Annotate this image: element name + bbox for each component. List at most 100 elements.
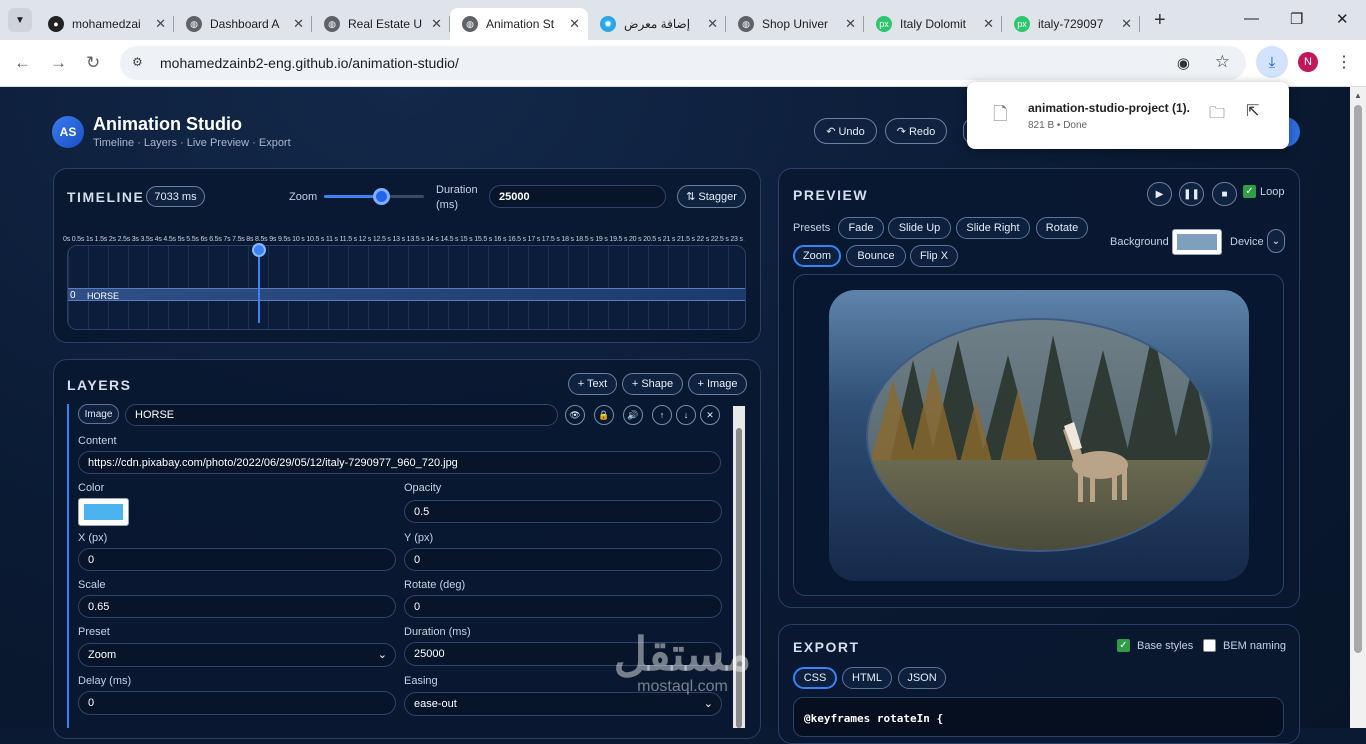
tab-search-button[interactable]: ▼ xyxy=(8,8,32,32)
close-tab-icon[interactable]: ✕ xyxy=(569,16,580,32)
restore-icon[interactable]: ❐ xyxy=(1290,10,1303,28)
globe-icon: ◍ xyxy=(324,16,340,32)
export-code[interactable]: @keyframes rotateIn { xyxy=(793,697,1284,737)
move-up-icon[interactable]: ↑ xyxy=(652,405,672,425)
color-swatch xyxy=(84,504,123,520)
y-input[interactable]: 0 xyxy=(404,548,722,571)
zoom-slider[interactable] xyxy=(324,188,424,205)
pause-button[interactable]: ❚❚ xyxy=(1179,182,1204,206)
playhead[interactable] xyxy=(251,243,266,323)
close-tab-icon[interactable]: ✕ xyxy=(707,16,718,32)
github-icon: ● xyxy=(48,16,64,32)
close-window-icon[interactable]: ✕ xyxy=(1336,10,1349,28)
tab-4[interactable]: ✺ إضافة معرض ✕ xyxy=(588,8,726,40)
tab-2[interactable]: ◍ Real Estate U ✕ xyxy=(312,8,450,40)
minimize-icon[interactable]: — xyxy=(1244,10,1259,27)
preset-select[interactable]: Zoom ⌄ xyxy=(78,643,396,667)
back-icon[interactable]: ← xyxy=(14,53,31,73)
close-tab-icon[interactable]: ✕ xyxy=(431,16,442,32)
preset-flip-x[interactable]: Flip X xyxy=(910,245,958,267)
close-tab-icon[interactable]: ✕ xyxy=(983,16,994,32)
reload-icon[interactable]: ↻ xyxy=(86,53,100,73)
menu-icon[interactable]: ⋮ xyxy=(1336,52,1352,72)
color-picker[interactable] xyxy=(78,498,129,526)
opacity-label: Opacity xyxy=(404,482,442,494)
playhead-handle[interactable] xyxy=(251,243,266,257)
bem-naming-checkbox[interactable] xyxy=(1203,639,1216,652)
tab-0[interactable]: ● mohamedzai ✕ xyxy=(36,8,174,40)
delay-input[interactable]: 0 xyxy=(78,691,396,715)
download-filename[interactable]: animation-studio-project (1). xyxy=(1028,101,1198,115)
add-shape-button[interactable]: + Shape xyxy=(622,373,683,395)
chevron-down-icon: ⌄ xyxy=(377,649,387,661)
page-scrollbar[interactable]: ▲ xyxy=(1350,87,1366,728)
add-text-button[interactable]: + Text xyxy=(568,373,617,395)
new-tab-button[interactable]: + xyxy=(1154,9,1166,32)
tab-1[interactable]: ◍ Dashboard A ✕ xyxy=(174,8,312,40)
timeline-track[interactable]: 0 HORSE xyxy=(67,245,746,330)
tab-5[interactable]: ◍ Shop Univer ✕ xyxy=(726,8,864,40)
close-tab-icon[interactable]: ✕ xyxy=(293,16,304,32)
stagger-button[interactable]: ⇅ Stagger xyxy=(677,185,746,208)
close-tab-icon[interactable]: ✕ xyxy=(1121,16,1132,32)
folder-icon[interactable]: 🗀 xyxy=(1209,102,1225,129)
preset-rotate[interactable]: Rotate xyxy=(1036,217,1088,239)
preset-bounce[interactable]: Bounce xyxy=(846,245,906,267)
download-popup: 🗋 animation-studio-project (1). 821 B • … xyxy=(967,82,1289,149)
zoom-slider-thumb[interactable] xyxy=(373,188,390,205)
base-styles-checkbox[interactable]: ✓ xyxy=(1117,639,1130,652)
device-select[interactable]: ⌄ xyxy=(1267,229,1285,253)
preset-fade[interactable]: Fade xyxy=(838,217,884,239)
preset-zoom[interactable]: Zoom xyxy=(793,245,841,267)
avatar[interactable]: N xyxy=(1298,52,1318,72)
time-badge: 7033 ms xyxy=(146,186,205,207)
close-tab-icon[interactable]: ✕ xyxy=(155,16,166,32)
undo-button[interactable]: ↶ Undo xyxy=(814,118,877,144)
add-image-button[interactable]: + Image xyxy=(688,373,747,395)
open-external-icon[interactable]: ⇱ xyxy=(1246,101,1259,121)
background-label: Background xyxy=(1110,236,1169,248)
page-scrollbar-thumb[interactable] xyxy=(1354,105,1362,653)
file-icon: 🗋 xyxy=(993,104,1008,124)
timeline-duration-input[interactable]: 25000 xyxy=(489,185,666,208)
globe-icon: ◍ xyxy=(738,16,754,32)
scale-input[interactable]: 0.65 xyxy=(78,595,396,618)
layer-name-input[interactable]: HORSE xyxy=(125,404,558,426)
tab-6[interactable]: px Italy Dolomit ✕ xyxy=(864,8,1002,40)
play-button[interactable]: ▶ xyxy=(1147,182,1172,206)
forward-icon[interactable]: → xyxy=(50,53,67,73)
bookmark-star-icon[interactable]: ☆ xyxy=(1215,52,1230,72)
export-html-tab[interactable]: HTML xyxy=(842,667,892,689)
layers-title: LAYERS xyxy=(67,377,132,393)
tab-3[interactable]: ◍ Animation St ✕ xyxy=(450,8,588,40)
tab-7[interactable]: px italy-729097 ✕ xyxy=(1002,8,1140,40)
x-input[interactable]: 0 xyxy=(78,548,396,571)
preset-slide-right[interactable]: Slide Right xyxy=(956,217,1030,239)
download-button[interactable]: ⤓ xyxy=(1256,46,1288,78)
opacity-input[interactable]: 0.5 xyxy=(404,500,722,523)
move-down-icon[interactable]: ↓ xyxy=(676,405,696,425)
mostaql-icon: ✺ xyxy=(600,16,616,32)
omnibox[interactable]: ⚙ mohamedzainb2-eng.github.io/animation-… xyxy=(120,46,1246,80)
redo-button[interactable]: ↷ Redo xyxy=(885,118,947,144)
close-tab-icon[interactable]: ✕ xyxy=(845,16,856,32)
rotate-input[interactable]: 0 xyxy=(404,595,722,618)
stop-button[interactable]: ■ xyxy=(1212,182,1237,206)
loop-checkbox[interactable]: ✓ xyxy=(1243,185,1256,198)
layer-bar[interactable] xyxy=(68,288,745,301)
sound-icon[interactable]: 🔊 xyxy=(623,405,643,425)
export-css-tab[interactable]: CSS xyxy=(793,667,837,689)
content-input[interactable]: https://cdn.pixabay.com/photo/2022/06/29… xyxy=(78,451,721,474)
globe-icon: ◍ xyxy=(462,16,478,32)
site-settings-icon[interactable]: ⚙ xyxy=(132,55,148,71)
export-json-tab[interactable]: JSON xyxy=(898,667,946,689)
eye-slash-icon[interactable]: ◉ xyxy=(1177,54,1190,72)
scroll-up-icon[interactable]: ▲ xyxy=(1354,91,1362,100)
background-color-picker[interactable] xyxy=(1172,229,1222,255)
delete-layer-icon[interactable]: ✕ xyxy=(700,405,720,425)
page-subtitle: Timeline · Layers · Live Preview · Expor… xyxy=(93,137,291,149)
url-text[interactable]: mohamedzainb2-eng.github.io/animation-st… xyxy=(160,55,459,71)
preset-slide-up[interactable]: Slide Up xyxy=(888,217,951,239)
lock-icon[interactable]: 🔒 xyxy=(594,405,614,425)
visibility-icon[interactable]: 👁 xyxy=(565,405,585,425)
